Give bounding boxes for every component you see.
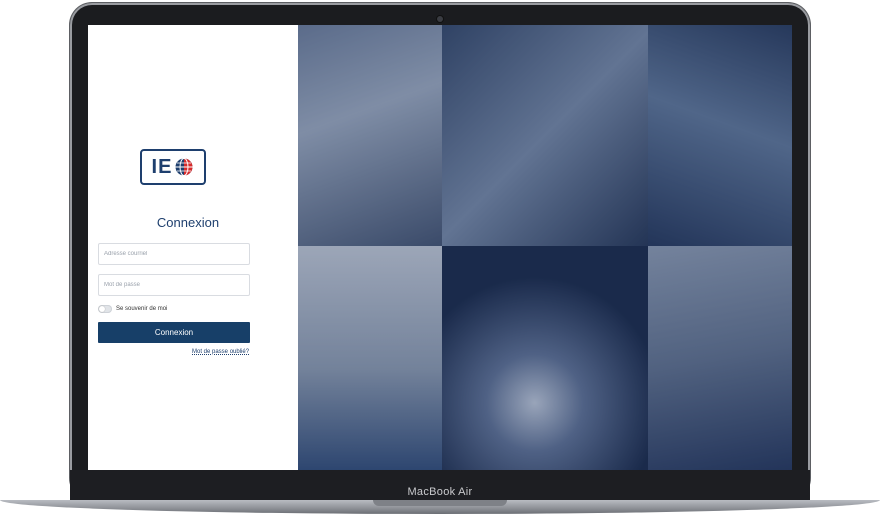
photo-technician-laptop (442, 25, 648, 246)
device-label: MacBook Air (407, 486, 473, 498)
photo-grid (298, 25, 792, 470)
photo-worker-helmet (648, 246, 792, 470)
remember-label: Se souvenir de moi (116, 306, 168, 312)
ieo-logo: IE (140, 149, 206, 185)
globe-icon (175, 158, 193, 176)
laptop-notch (373, 500, 507, 506)
photo-students (298, 25, 442, 246)
login-title: Connexion (156, 215, 220, 230)
photo-machinery (298, 246, 442, 470)
password-input[interactable] (98, 274, 250, 296)
photo-industrial-plant (648, 25, 792, 246)
email-input[interactable] (98, 243, 250, 265)
webcam-icon (437, 16, 443, 22)
remember-toggle[interactable] (98, 305, 112, 313)
login-button[interactable]: Connexion (98, 322, 250, 343)
login-panel: IE Connexion Se souvenir de moi Connexio… (88, 25, 298, 470)
photo-welder (442, 246, 648, 470)
remember-me[interactable]: Se souvenir de moi (98, 305, 167, 313)
screen: IE Connexion Se souvenir de moi Connexio… (88, 25, 792, 470)
forgot-password-link[interactable]: Mot de passe oublié? (192, 349, 249, 355)
logo-text: IE (151, 155, 173, 178)
